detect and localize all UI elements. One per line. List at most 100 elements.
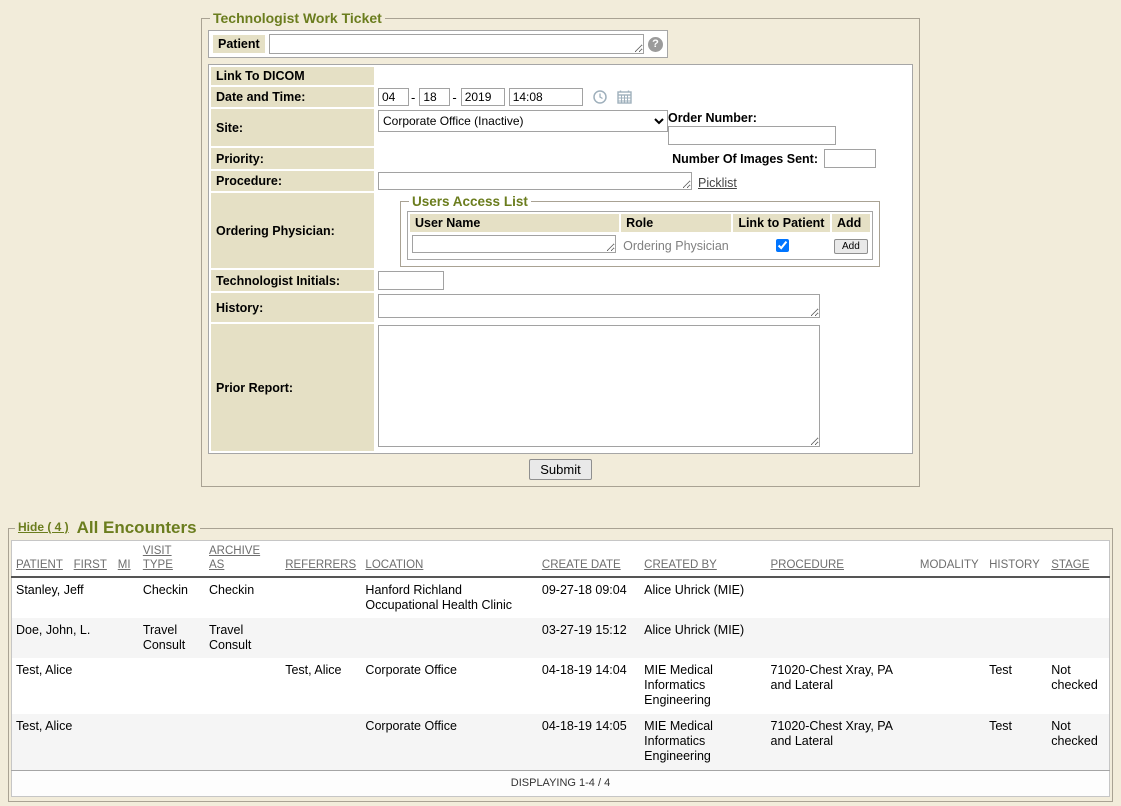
- encounter-row[interactable]: Test, Alice Test, Alice Corporate Office…: [12, 658, 1110, 714]
- prior-report-label: Prior Report:: [211, 324, 374, 451]
- encounters-table: PATIENT FIRST MI VISIT TYPE ARCHIVE AS R…: [11, 540, 1110, 797]
- cell-modality: [916, 618, 985, 658]
- date-separator: -: [452, 90, 456, 105]
- link-to-patient-checkbox[interactable]: [776, 239, 789, 252]
- cell-referrers: [281, 714, 361, 770]
- hide-encounters-link[interactable]: Hide ( 4 ): [18, 520, 69, 534]
- cell-archive-as: Travel Consult: [205, 618, 281, 658]
- date-month-input[interactable]: [378, 88, 409, 106]
- col-created-by[interactable]: CREATED BY: [640, 541, 766, 578]
- cell-created-by: MIE Medical Informatics Engineering: [640, 714, 766, 770]
- priority-label: Priority:: [211, 148, 374, 169]
- cell-create-date: 03-27-19 15:12: [538, 618, 640, 658]
- col-visit-type[interactable]: VISIT TYPE: [139, 541, 205, 578]
- col-first[interactable]: FIRST: [70, 541, 114, 578]
- date-separator: -: [411, 90, 415, 105]
- cell-mi: [114, 714, 139, 770]
- order-number-block: Order Number:: [668, 110, 836, 145]
- site-row: Site: Corporate Office (Inactive) Order …: [211, 109, 910, 146]
- cell-procedure: 71020-Chest Xray, PA and Lateral: [767, 658, 916, 714]
- col-referrers[interactable]: REFERRERS: [281, 541, 361, 578]
- cell-visit-type: [139, 658, 205, 714]
- encounter-row[interactable]: Stanley, Jeff Checkin Checkin Hanford Ri…: [12, 577, 1110, 618]
- cell-referrers: Test, Alice: [281, 658, 361, 714]
- encounter-row[interactable]: Doe, John, L. Travel Consult Travel Cons…: [12, 618, 1110, 658]
- cell-referrers: [281, 577, 361, 618]
- history-label: History:: [211, 293, 374, 322]
- cell-visit-type: Travel Consult: [139, 618, 205, 658]
- ual-col-add: Add: [832, 214, 870, 232]
- user-name-input[interactable]: [412, 235, 616, 253]
- date-time-label: Date and Time:: [211, 87, 374, 107]
- site-select[interactable]: Corporate Office (Inactive): [378, 110, 668, 132]
- patient-row: Patient ?: [208, 30, 668, 58]
- images-sent-label: Number Of Images Sent:: [672, 152, 818, 166]
- tech-initials-input[interactable]: [378, 271, 444, 290]
- cell-create-date: 09-27-18 09:04: [538, 577, 640, 618]
- clock-icon[interactable]: [593, 90, 607, 104]
- encounter-row[interactable]: Test, Alice Corporate Office 04-18-19 14…: [12, 714, 1110, 770]
- cell-first: [70, 658, 114, 714]
- cell-location: Corporate Office: [361, 658, 537, 714]
- history-row: History:: [211, 293, 910, 322]
- images-sent-input[interactable]: [824, 149, 876, 168]
- cell-procedure: [767, 577, 916, 618]
- tech-initials-label: Technologist Initials:: [211, 270, 374, 291]
- work-ticket-fields: Link To DICOM Date and Time: - -: [208, 64, 913, 454]
- cell-location: Corporate Office: [361, 714, 537, 770]
- ual-col-link-to-patient: Link to Patient: [733, 214, 830, 232]
- col-archive-as[interactable]: ARCHIVE AS: [205, 541, 281, 578]
- col-patient[interactable]: PATIENT: [12, 541, 70, 578]
- cell-modality: [916, 714, 985, 770]
- ual-col-user-name: User Name: [410, 214, 619, 232]
- cell-patient: Test, Alice: [12, 658, 70, 714]
- col-create-date[interactable]: CREATE DATE: [538, 541, 640, 578]
- cell-referrers: [281, 618, 361, 658]
- order-number-label: Order Number:: [668, 111, 757, 125]
- cell-procedure: [767, 618, 916, 658]
- cell-stage: [1047, 618, 1109, 658]
- patient-label: Patient: [213, 35, 265, 53]
- picklist-link[interactable]: Picklist: [698, 176, 737, 190]
- col-mi[interactable]: MI: [114, 541, 139, 578]
- col-stage[interactable]: STAGE: [1047, 541, 1109, 578]
- help-icon[interactable]: ?: [648, 37, 663, 52]
- cell-history: Test: [985, 714, 1047, 770]
- cell-history: Test: [985, 658, 1047, 714]
- ordering-physician-label: Ordering Physician:: [211, 193, 374, 268]
- calendar-icon[interactable]: [617, 90, 632, 104]
- col-modality: MODALITY: [916, 541, 985, 578]
- cell-mi: [114, 658, 139, 714]
- date-year-input[interactable]: [461, 88, 505, 106]
- col-procedure[interactable]: PROCEDURE: [767, 541, 916, 578]
- time-input[interactable]: [509, 88, 583, 106]
- submit-button[interactable]: Submit: [529, 459, 591, 480]
- cell-archive-as: Checkin: [205, 577, 281, 618]
- cell-stage: Not checked: [1047, 714, 1109, 770]
- order-number-input[interactable]: [668, 126, 836, 145]
- date-time-row: Date and Time: - -: [211, 87, 910, 107]
- cell-created-by: MIE Medical Informatics Engineering: [640, 658, 766, 714]
- history-input[interactable]: [378, 294, 820, 318]
- tech-initials-row: Technologist Initials:: [211, 270, 910, 291]
- patient-input[interactable]: [269, 34, 644, 54]
- procedure-input[interactable]: [378, 172, 692, 190]
- users-access-list: Users Access List User Name Role Link to…: [400, 194, 880, 267]
- add-user-button[interactable]: Add: [834, 239, 868, 254]
- ual-col-role: Role: [621, 214, 731, 232]
- col-location[interactable]: LOCATION: [361, 541, 537, 578]
- encounters-title: All Encounters: [77, 518, 197, 537]
- ual-row: Ordering Physician Add: [410, 234, 870, 257]
- prior-report-input[interactable]: [378, 325, 820, 447]
- cell-modality: [916, 658, 985, 714]
- cell-history: [985, 577, 1047, 618]
- cell-visit-type: [139, 714, 205, 770]
- cell-modality: [916, 577, 985, 618]
- date-day-input[interactable]: [419, 88, 450, 106]
- work-ticket-form: Technologist Work Ticket Patient ? Link …: [201, 10, 920, 487]
- encounters-panel: Hide ( 4 ) All Encounters PATIENT FIRST …: [8, 518, 1113, 802]
- cell-created-by: Alice Uhrick (MIE): [640, 577, 766, 618]
- work-ticket-legend: Technologist Work Ticket: [210, 10, 385, 26]
- cell-patient: Doe, John, L.: [12, 618, 70, 658]
- ordering-physician-row: Ordering Physician: Users Access List Us…: [211, 193, 910, 268]
